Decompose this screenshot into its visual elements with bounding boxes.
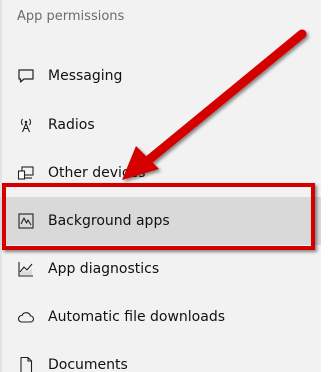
document-icon — [17, 356, 35, 372]
nav-item-label: Radios — [48, 117, 95, 133]
message-icon — [17, 67, 35, 85]
nav-item-documents[interactable]: Documents — [0, 341, 321, 372]
nav-item-automatic-file-downloads[interactable]: Automatic file downloads — [0, 293, 321, 341]
nav-item-messaging[interactable]: Messaging — [0, 52, 321, 100]
radio-antenna-icon — [17, 116, 35, 134]
cloud-icon — [17, 308, 35, 326]
nav-item-label: App diagnostics — [48, 261, 160, 277]
annotation-highlight-box — [2, 183, 315, 250]
nav-item-label: Automatic file downloads — [48, 309, 226, 325]
app-diagnostics-icon — [17, 260, 35, 278]
nav-item-app-diagnostics[interactable]: App diagnostics — [0, 245, 321, 293]
settings-window: App permissions Messaging Radios Other d… — [0, 0, 331, 372]
section-title: App permissions — [17, 9, 125, 24]
content-area-edge — [321, 0, 331, 372]
other-devices-icon — [17, 164, 35, 182]
nav-item-label: Documents — [48, 357, 128, 372]
nav-item-label: Other devices — [48, 165, 146, 181]
nav-item-radios[interactable]: Radios — [0, 101, 321, 149]
nav-item-label: Messaging — [48, 68, 123, 84]
